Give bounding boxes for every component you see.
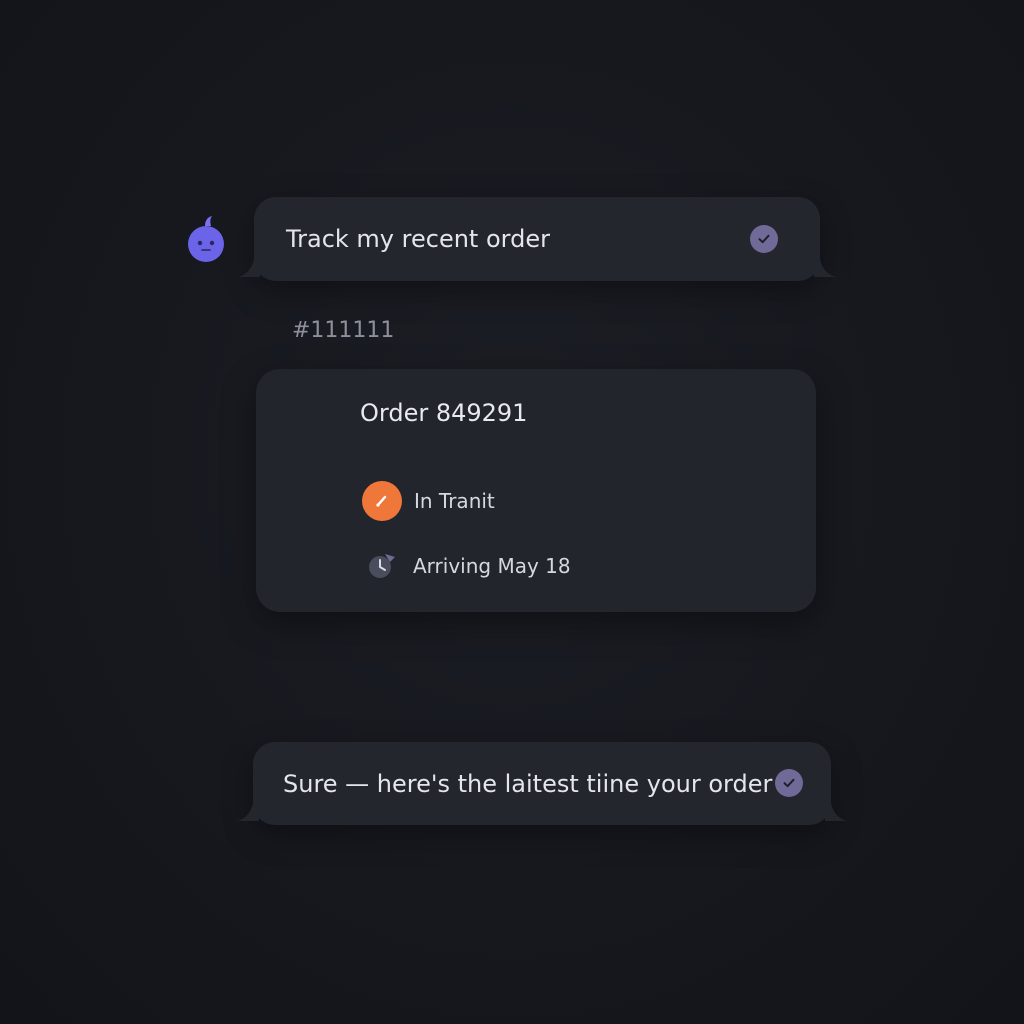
clock-icon: [365, 549, 399, 583]
assistant-reply-bubble: Sure — here's the laitest tiine your ord…: [237, 742, 847, 825]
bubble-tail-right: [825, 803, 847, 821]
order-status-label: In Tranit: [414, 489, 495, 513]
bubble-tail-left: [237, 803, 259, 821]
check-circle-icon: [775, 769, 803, 797]
order-arrival-row: Arriving May 18: [362, 549, 571, 583]
order-title: Order 849291: [360, 399, 528, 427]
order-arrival-label: Arriving May 18: [413, 554, 571, 578]
bot-avatar-icon: [186, 212, 226, 264]
user-message-text: Track my recent order: [286, 225, 550, 253]
order-status-row: In Tranit: [362, 481, 495, 521]
check-circle-icon: [750, 225, 778, 253]
order-status-card[interactable]: Order 849291 In Tranit Arriving May 18: [256, 369, 816, 612]
truck-icon: [362, 481, 402, 521]
bubble-tail-left: [238, 259, 260, 277]
order-reference-id: #111111: [292, 318, 395, 343]
user-message-bubble: Track my recent order: [238, 197, 836, 281]
assistant-reply-text: Sure — here's the laitest tiine your ord…: [283, 769, 773, 798]
bubble-tail-right: [814, 259, 836, 277]
